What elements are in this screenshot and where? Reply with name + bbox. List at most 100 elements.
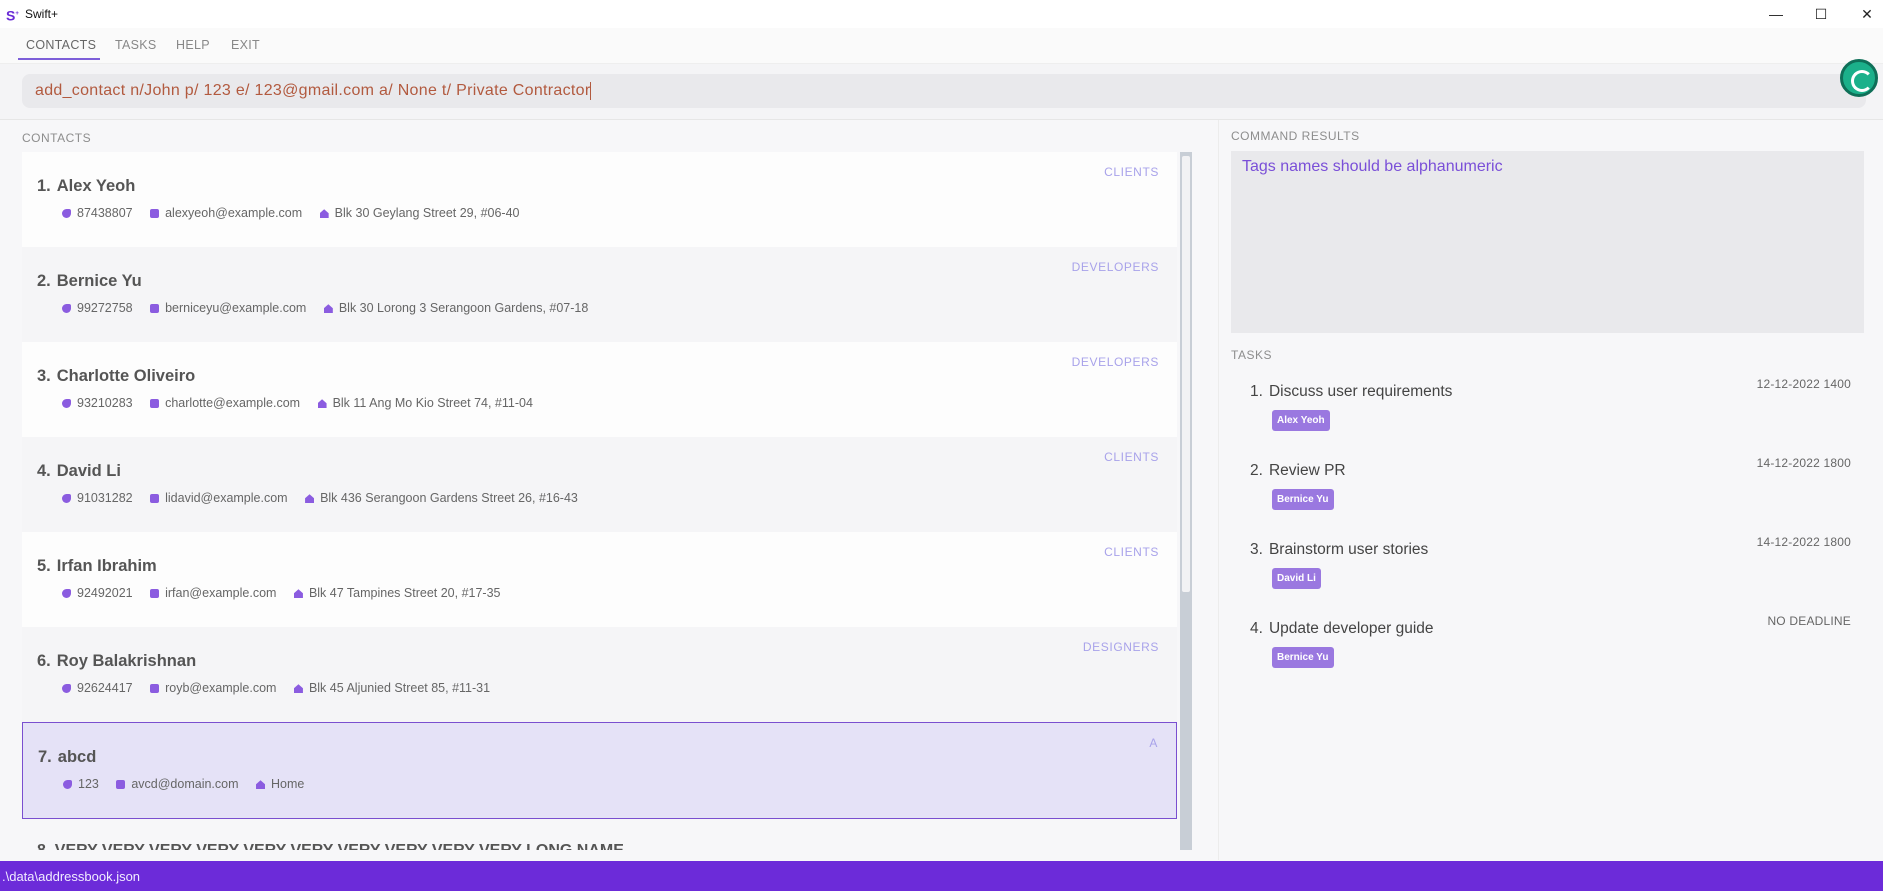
email-icon	[150, 684, 160, 694]
contact-tag: CLIENTS	[1104, 545, 1159, 559]
contact-name-partial: 8. VERY VERY VERY VERY VERY VERY VERY VE…	[37, 842, 624, 850]
contact-address: Blk 47 Tampines Street 20, #17-35	[308, 586, 501, 600]
menu-help[interactable]: HELP	[176, 38, 210, 52]
contact-card[interactable]: 3. Charlotte Oliveiro DEVELOPERS 93210283…	[22, 342, 1177, 437]
contact-name: 2. Bernice Yu	[37, 272, 142, 290]
contact-card[interactable]: 2. Bernice Yu DEVELOPERS 99272758 bernice…	[22, 247, 1177, 342]
contact-details: 93210283 charlotte@example.com Blk 11 An…	[62, 396, 547, 410]
command-input[interactable]: add_contact n/John p/ 123 e/ 123@gmail.c…	[22, 74, 1866, 108]
task-item[interactable]: 3. Brainstorm user stories 14-12-2022 180…	[1250, 535, 1851, 611]
task-deadline: 14-12-2022 1800	[1756, 456, 1851, 470]
contact-details: 91031282 lidavid@example.com Blk 436 Ser…	[62, 491, 592, 505]
phone-icon	[62, 304, 71, 314]
contact-details: 87438807 alexyeoh@example.com Blk 30 Gey…	[62, 206, 534, 220]
results-box: Tags names should be alphanumeric	[1231, 151, 1864, 333]
contact-tag: DESIGNERS	[1082, 640, 1159, 654]
task-deadline: 12-12-2022 1400	[1756, 377, 1851, 391]
contact-name: 7. abcd	[38, 748, 97, 766]
menu-exit[interactable]: EXIT	[231, 38, 260, 52]
title-bar: S+ Swift+ — ☐ ✕	[0, 0, 1883, 28]
contact-address: Blk 30 Lorong 3 Serangoon Gardens, #07-1…	[338, 301, 589, 315]
contact-phone: 92492021	[77, 586, 133, 600]
task-item[interactable]: 4. Update developer guide NO DEADLINE Ber…	[1250, 614, 1851, 690]
contact-tag: CLIENTS	[1104, 450, 1159, 464]
task-item[interactable]: 1. Discuss user requirements 12-12-2022 1…	[1250, 377, 1851, 453]
contact-phone: 99272758	[77, 301, 133, 315]
command-text: add_contact n/John p/ 123 e/ 123@gmail.c…	[35, 82, 591, 99]
panel-divider	[1218, 120, 1219, 860]
phone-icon	[62, 589, 71, 599]
contact-email: lidavid@example.com	[165, 491, 288, 505]
contact-details: 92492021 irfan@example.com Blk 47 Tampin…	[62, 586, 515, 600]
email-icon	[150, 304, 160, 314]
task-item[interactable]: 2. Review PR 14-12-2022 1800 Bernice Yu	[1250, 456, 1851, 532]
contact-card-selected[interactable]: 7. abcd A 123 avcd@domain.com Home	[22, 722, 1177, 819]
contact-email: avcd@domain.com	[131, 777, 239, 791]
task-assignee-chip: Bernice Yu	[1272, 489, 1334, 510]
contact-phone: 92624417	[77, 681, 133, 695]
status-bar: .\data\addressbook.json	[0, 861, 1883, 891]
task-assignee-chip: Alex Yeoh	[1272, 410, 1330, 431]
contact-phone: 123	[78, 777, 99, 791]
contact-phone: 87438807	[77, 206, 133, 220]
address-icon	[319, 209, 329, 219]
email-icon	[150, 209, 160, 219]
contact-email: charlotte@example.com	[165, 396, 301, 410]
grammarly-icon[interactable]	[1840, 59, 1878, 97]
address-icon	[293, 589, 303, 599]
contact-card[interactable]: 4. David Li CLIENTS 91031282 lidavid@exam…	[22, 437, 1177, 532]
email-icon	[150, 494, 160, 504]
address-icon	[317, 399, 327, 409]
tasks-header: TASKS	[1231, 348, 1272, 362]
contact-email: alexyeoh@example.com	[165, 206, 303, 220]
contact-tag: DEVELOPERS	[1071, 355, 1159, 369]
contact-details: 99272758 berniceyu@example.com Blk 30 Lo…	[62, 301, 602, 315]
menu-contacts[interactable]: CONTACTS	[26, 38, 96, 52]
contact-card[interactable]: 5. Irfan Ibrahim CLIENTS 92492021 irfan@e…	[22, 532, 1177, 627]
contact-address: Blk 11 Ang Mo Kio Street 74, #11-04	[332, 396, 533, 410]
contact-email: berniceyu@example.com	[165, 301, 307, 315]
active-tab-indicator	[18, 58, 100, 60]
contact-email: irfan@example.com	[165, 586, 277, 600]
phone-icon	[63, 780, 72, 790]
contact-phone: 93210283	[77, 396, 133, 410]
contact-tag: A	[1149, 736, 1158, 750]
phone-icon	[62, 684, 71, 694]
address-icon	[323, 304, 333, 314]
contact-list[interactable]: 1. Alex Yeoh CLIENTS 87438807 alexyeoh@ex…	[22, 152, 1177, 850]
contact-name: 4. David Li	[37, 462, 121, 480]
data-file-path: .\data\addressbook.json	[2, 869, 141, 884]
menu-bar: CONTACTS TASKS HELP EXIT	[0, 28, 1883, 64]
task-deadline: NO DEADLINE	[1767, 614, 1851, 628]
address-icon	[293, 684, 303, 694]
email-icon	[150, 589, 160, 599]
contacts-scrollbar-thumb[interactable]	[1182, 156, 1190, 592]
contact-tag: CLIENTS	[1104, 165, 1159, 179]
contact-details: 123 avcd@domain.com Home	[63, 777, 318, 791]
contact-email: royb@example.com	[165, 681, 277, 695]
contact-phone: 91031282	[77, 491, 133, 505]
contact-card[interactable]: 6. Roy Balakrishnan DESIGNERS 92624417 ro…	[22, 627, 1177, 722]
task-assignee-chip: Bernice Yu	[1272, 647, 1334, 668]
minimize-icon[interactable]: —	[1764, 4, 1788, 24]
phone-icon	[62, 209, 71, 219]
contact-address: Home	[271, 777, 305, 791]
app-logo-icon: S+	[6, 7, 19, 24]
contact-name: 5. Irfan Ibrahim	[37, 557, 157, 575]
text-caret	[590, 81, 592, 100]
menu-tasks[interactable]: TASKS	[115, 38, 157, 52]
contact-address: Blk 45 Aljunied Street 85, #11-31	[308, 681, 491, 695]
task-title: 4. Update developer guide	[1250, 620, 1434, 637]
task-title: 3. Brainstorm user stories	[1250, 541, 1429, 558]
contact-name: 3. Charlotte Oliveiro	[37, 367, 196, 385]
contact-card[interactable]: 1. Alex Yeoh CLIENTS 87438807 alexyeoh@ex…	[22, 152, 1177, 247]
command-area: add_contact n/John p/ 123 e/ 123@gmail.c…	[0, 64, 1883, 120]
contact-name: 1. Alex Yeoh	[37, 177, 136, 195]
maximize-icon[interactable]: ☐	[1809, 4, 1833, 24]
results-header: COMMAND RESULTS	[1231, 129, 1360, 143]
phone-icon	[62, 494, 71, 504]
email-icon	[116, 780, 126, 790]
contact-address: Blk 30 Geylang Street 29, #06-40	[334, 206, 520, 220]
task-title: 2. Review PR	[1250, 462, 1346, 479]
close-icon[interactable]: ✕	[1855, 4, 1879, 24]
